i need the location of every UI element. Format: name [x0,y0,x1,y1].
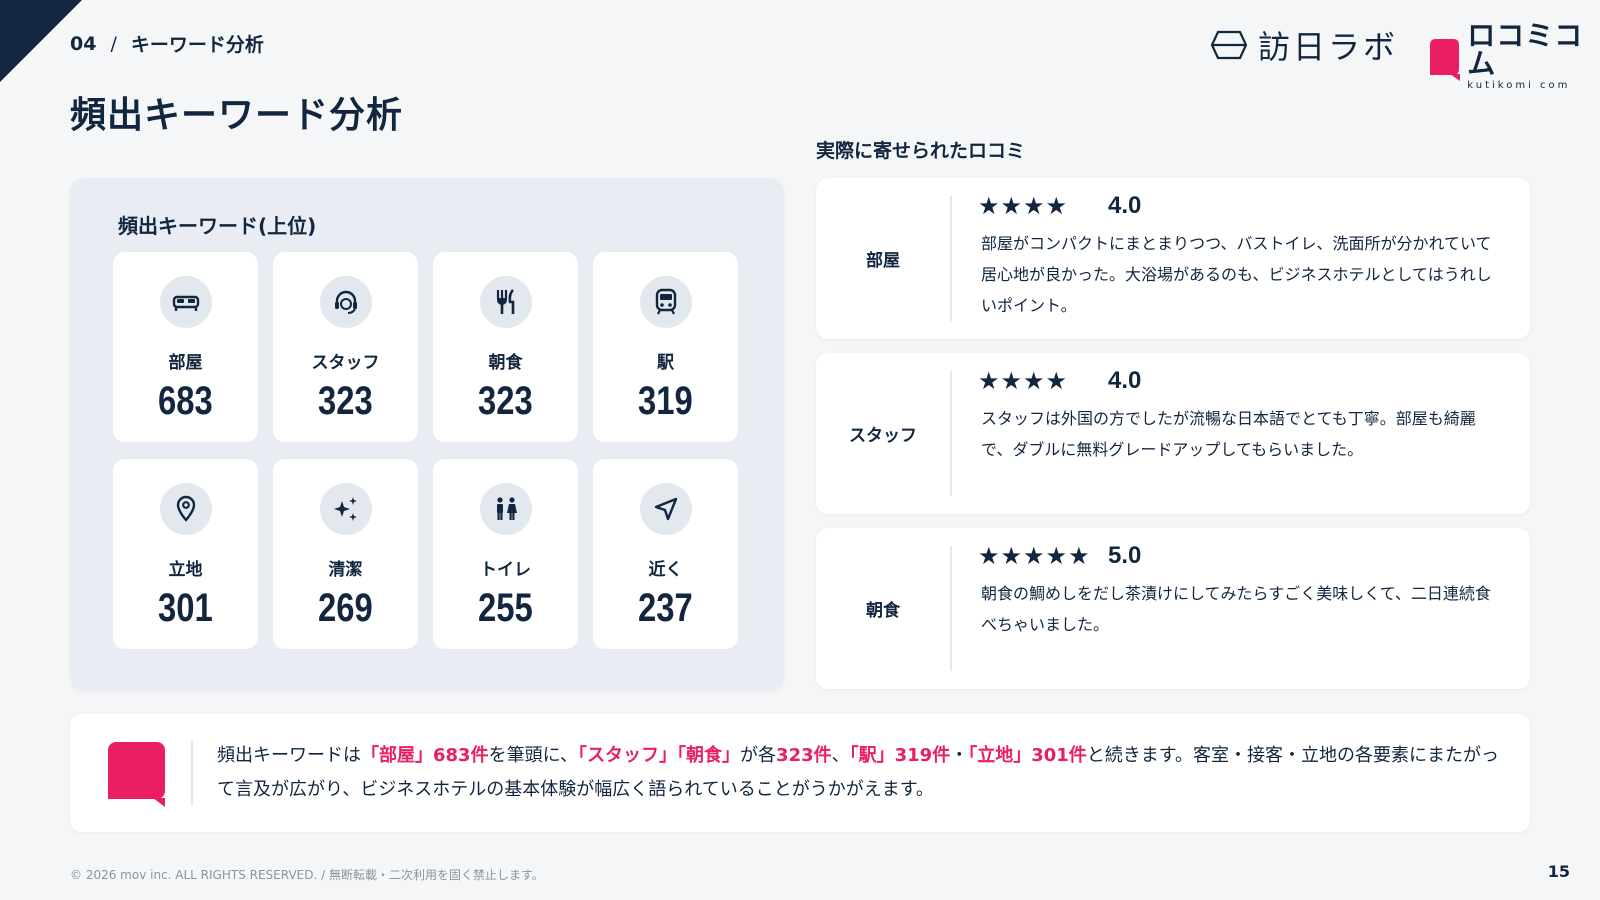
summary-highlight: 「部屋」683件 [361,745,489,766]
hounichi-logo-text: 訪日ラボ [1258,28,1399,66]
summary-highlight: 「立地」301件 [968,745,1087,766]
review-card: 朝食 ★★★★★ 5.0 朝食の鯛めしをだし茶漬けにしてみたらすごく美味しくて、… [816,528,1530,689]
keyword-count: 237 [638,586,693,630]
navigation-arrow-icon [639,483,692,535]
summary-text-part: ・ [950,745,969,766]
keyword-card: トイレ 255 [433,459,578,649]
summary-highlight: 「スタッフ」「朝食」 [578,745,741,766]
keyword-card: スタッフ 323 [273,252,418,442]
keyword-count: 323 [318,379,373,423]
divider [950,196,952,321]
keyword-grid: 部屋 683 スタッフ 323 朝食 323 駅 319 立地 301 清潔 2… [113,252,738,649]
keyword-panel: 頻出キーワード(上位) 部屋 683 スタッフ 323 朝食 323 駅 319… [70,178,784,690]
keyword-card: 駅 319 [593,252,738,442]
keyword-card: 部屋 683 [113,252,258,442]
kutikomi-logo: ロコミコム kutikomi com [1430,22,1600,91]
divider [950,546,952,671]
kutikomi-logo-text: ロコミコム [1467,19,1584,80]
kutikomi-logo-subtext: kutikomi com [1467,80,1571,91]
review-card: スタッフ ★★★★ 4.0 スタッフは外国の方でしたが流暢な日本語でとても丁寧。… [816,353,1530,514]
hounichi-labo-logo: 訪日ラボ [1210,22,1398,68]
star-rating-icon: ★★★★★ [978,542,1091,570]
divider [950,371,952,496]
star-rating-icon: ★★★★ [978,367,1069,395]
summary-highlight: 「駅」319件 [849,745,951,766]
bed-icon [159,276,212,328]
section-number: 04 [70,32,97,55]
keyword-label: 朝食 [488,353,523,373]
keyword-label: 近く [648,560,683,580]
sparkle-icon [319,483,372,535]
keyword-count: 323 [478,379,533,423]
summary-box: 頻出キーワードは「部屋」683件を筆頭に、「スタッフ」「朝食」が各323件、「駅… [70,714,1530,832]
support-agent-icon [319,276,372,328]
rating-value: 4.0 [1108,367,1142,394]
reviews-title: 実際に寄せられたロコミ [816,140,1026,162]
keyword-count: 255 [478,586,533,630]
keyword-card: 立地 301 [113,459,258,649]
keyword-card: 近く 237 [593,459,738,649]
review-rating-row: ★★★★ 4.0 [978,192,1141,220]
speech-bubble-icon [108,742,165,807]
restroom-icon [479,483,532,535]
review-card: 部屋 ★★★★ 4.0 部屋がコンパクトにまとまりつつ、バストイレ、洗面所が分か… [816,178,1530,339]
breadcrumb-separator: / [110,32,117,55]
location-pin-icon [159,483,212,535]
rating-value: 4.0 [1108,192,1142,219]
review-rating-row: ★★★★★ 5.0 [978,542,1141,570]
review-category: 部屋 [866,251,900,271]
page-title: 頻出キーワード分析 [70,95,404,136]
review-rating-row: ★★★★ 4.0 [978,367,1141,395]
keyword-count: 269 [318,586,373,630]
summary-text-part: 、 [831,745,850,766]
keyword-label: 清潔 [328,560,363,580]
keyword-count: 683 [158,379,213,423]
review-text: 部屋がコンパクトにまとまりつつ、バストイレ、洗面所が分かれていて居心地が良かった… [981,234,1492,315]
review-text: 朝食の鯛めしをだし茶漬けにしてみたらすごく美味しくて、二日連続食べちゃいました。 [981,584,1491,634]
keyword-label: 部屋 [168,353,203,373]
summary-text-part: を筆頭に、 [488,745,579,766]
breadcrumb: 04 / キーワード分析 [70,30,264,57]
keyword-card: 朝食 323 [433,252,578,442]
keyword-count: 319 [638,379,693,423]
copyright-footer: © 2026 mov inc. ALL RIGHTS RESERVED. / 無… [70,868,544,882]
star-rating-icon: ★★★★ [978,192,1069,220]
hexagon-logo-icon [1210,30,1248,60]
keyword-panel-title: 頻出キーワード(上位) [118,214,317,238]
summary-text: 頻出キーワードは「部屋」683件を筆頭に、「スタッフ」「朝食」が各323件、「駅… [217,739,1507,807]
summary-text-part: が各 [740,745,777,766]
train-icon [639,276,692,328]
speech-bubble-icon [1430,38,1461,81]
divider [191,740,193,806]
page-number: 15 [1547,862,1570,881]
keyword-label: 立地 [168,560,203,580]
section-title: キーワード分析 [130,34,264,56]
review-category: 朝食 [866,601,900,621]
keyword-label: スタッフ [311,353,380,373]
keyword-card: 清潔 269 [273,459,418,649]
review-category: スタッフ [849,426,917,446]
rating-value: 5.0 [1108,542,1142,569]
keyword-label: 駅 [657,353,674,373]
review-text: スタッフは外国の方でしたが流暢な日本語でとても丁寧。部屋も綺麗で、ダブルに無料グ… [981,409,1476,459]
keyword-count: 301 [158,586,213,630]
keyword-label: トイレ [480,560,531,580]
summary-highlight: 323件 [776,745,832,766]
fork-knife-icon [479,276,532,328]
summary-text-part: 頻出キーワードは [217,745,361,766]
